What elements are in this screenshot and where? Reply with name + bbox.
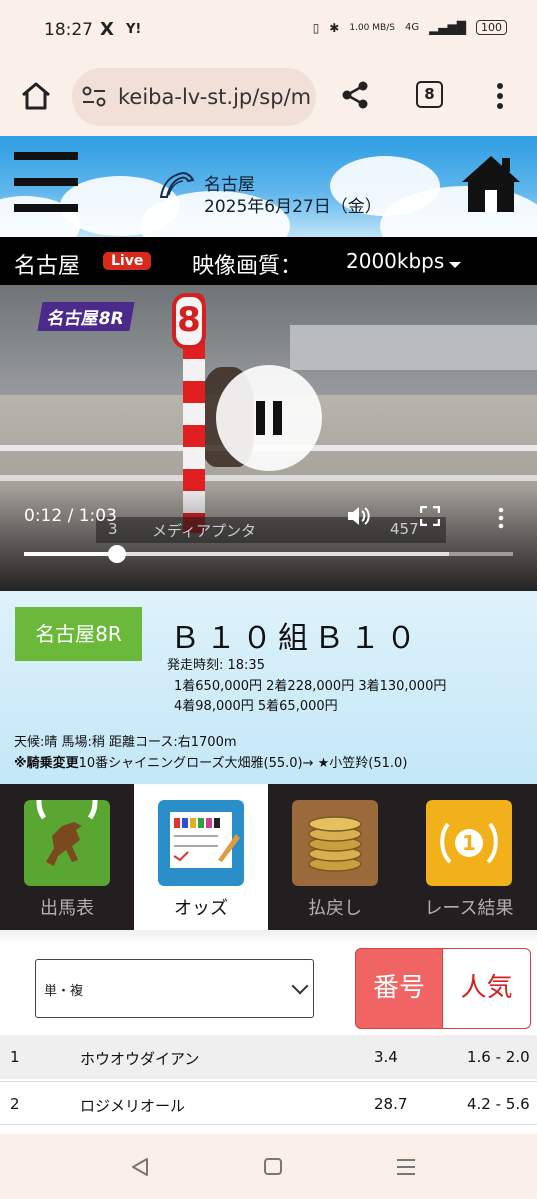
chevron-down-icon (291, 977, 309, 995)
horse-logo-icon (159, 171, 195, 198)
quality-select[interactable]: 2000kbps (346, 249, 444, 273)
share-icon[interactable] (340, 80, 370, 110)
horse-name: ロジメリオール (80, 1097, 186, 1115)
browser-home-icon[interactable] (20, 80, 52, 112)
caption-weight: 457 (390, 520, 419, 538)
quality-label: 映像画質： (192, 254, 303, 279)
race-badge: 名古屋8R (15, 607, 142, 661)
horse-number: 1 (10, 1048, 20, 1066)
pause-button[interactable] (216, 365, 322, 471)
status-bar: 18:27 X Y! ▯ ✱ 1.00 MB/S 4G ▂▄▆█ 100 (0, 0, 537, 62)
jockey-change-detail: 10番シャイニングローズ大畑雅(55.0)→ ★小笠羚(51.0) (78, 756, 408, 771)
menu-label-odds: オッズ (174, 898, 228, 919)
menu-item-payouts[interactable]: 払戻し (268, 784, 402, 930)
video-caption: 3 メディアプンタ 457 (96, 517, 446, 543)
furlong-post-sign: 8 (172, 293, 206, 349)
fullscreen-icon[interactable] (420, 506, 440, 526)
bet-type-value: 単・複 (44, 984, 84, 999)
odds-section: 単・複 番号 人気 1 ホウオウダイアン 3.4 1.6 - 2.0 2 ロジメ… (0, 930, 537, 1150)
volume-icon[interactable] (346, 504, 372, 528)
race-name: Ｂ１０組Ｂ１０ (170, 621, 422, 656)
browser-menu-icon[interactable] (494, 82, 506, 110)
odds-sheet-icon (158, 800, 244, 886)
pause-icon (256, 401, 265, 435)
site-banner: 名古屋 2025年6月27日（金） (0, 136, 537, 237)
vibrate-icon: ▯ (312, 20, 320, 35)
table-row[interactable]: 2 ロジメリオール 28.7 4.2 - 5.6 (0, 1081, 537, 1125)
stream-venue: 名古屋 (14, 254, 81, 279)
trophy-icon: 1 (426, 800, 512, 886)
hamburger-menu-icon[interactable] (0, 136, 90, 237)
live-badge: Live (103, 252, 152, 270)
chevron-down-icon[interactable] (449, 262, 461, 268)
status-indicators: ▯ ✱ 1.00 MB/S 4G ▂▄▆█ 100 (313, 20, 507, 35)
browser-toolbar: keiba-lv-st.jp/sp/m 8 (0, 62, 537, 136)
menu-item-entries[interactable]: 出馬表 (0, 784, 134, 930)
place-odds: 1.6 - 2.0 (467, 1048, 530, 1066)
svg-text:1: 1 (462, 831, 476, 855)
menu-item-odds[interactable]: オッズ (134, 784, 268, 930)
race-info-panel: 名古屋8R Ｂ１０組Ｂ１０ 発走時刻: 18:35 1着650,000円 2着2… (0, 591, 537, 784)
network-type: 4G (404, 22, 420, 33)
bet-type-select[interactable]: 単・複 (35, 959, 314, 1018)
bluetooth-icon: ✱ (329, 20, 340, 35)
place-odds: 4.2 - 5.6 (467, 1095, 530, 1113)
x-app-icon: X (100, 19, 114, 40)
video-time: 0:12 / 1:03 (24, 506, 117, 526)
horse-icon (24, 800, 110, 886)
video-player[interactable]: 8 名古屋8R 3 メディアプンタ 457 0:12 / 1:03 (0, 285, 537, 591)
recents-icon[interactable] (396, 1158, 416, 1176)
race-prize-line-1: 1着650,000円 2着228,000円 3着130,000円 (174, 679, 447, 694)
stream-control-bar: 名古屋 Live 映像画質： 2000kbps (0, 237, 537, 285)
menu-label-results: レース結果 (424, 898, 514, 919)
race-conditions: 天候:晴 馬場:稍 距離コース:右1700m (14, 735, 237, 750)
caption-horse-name: メディアプンタ (152, 522, 256, 540)
progress-knob[interactable] (107, 545, 126, 563)
jockey-change-notice: ※騎乗変更10番シャイニングローズ大畑雅(55.0)→ ★小笠羚(51.0) (14, 752, 407, 771)
network-speed: 1.00 MB/S (349, 22, 395, 33)
horse-number: 2 (10, 1095, 20, 1113)
table-row[interactable]: 1 ホウオウダイアン 3.4 1.6 - 2.0 (0, 1035, 537, 1079)
grandstand (290, 325, 537, 370)
menu-label-entries: 出馬表 (40, 898, 94, 919)
system-nav-bar (0, 1134, 537, 1199)
race-start-time: 発走時刻: 18:35 (167, 658, 265, 673)
tab-switcher-button[interactable]: 8 (416, 81, 443, 108)
horse-name: ホウオウダイアン (80, 1050, 200, 1068)
banner-date: 2025年6月27日（金） (204, 197, 382, 217)
sort-by-number-button[interactable]: 番号 (355, 948, 443, 1029)
signal-icon: ▂▄▆█ (429, 20, 466, 35)
menu-label-payouts: 払戻し (308, 898, 362, 919)
played-bar (24, 552, 117, 556)
menu-item-results[interactable]: 1 レース結果 (402, 784, 536, 930)
video-progress-bar[interactable] (24, 545, 513, 563)
site-settings-icon[interactable] (82, 86, 106, 108)
site-home-icon[interactable] (460, 152, 522, 214)
jockey-change-label: ※騎乗変更 (14, 756, 79, 771)
url-text[interactable]: keiba-lv-st.jp/sp/m (118, 85, 311, 109)
yahoo-app-icon: Y! (126, 22, 142, 37)
battery-icon: 100 (476, 20, 507, 35)
url-bar[interactable]: keiba-lv-st.jp/sp/m (72, 68, 316, 126)
win-odds: 28.7 (374, 1095, 408, 1113)
home-icon[interactable] (264, 1158, 282, 1175)
back-icon[interactable] (130, 1157, 150, 1177)
win-odds: 3.4 (374, 1048, 398, 1066)
video-race-tag: 名古屋8R (37, 302, 135, 331)
coins-icon (292, 800, 378, 886)
video-more-icon[interactable] (497, 507, 505, 529)
race-menu: 出馬表 オッズ 払戻し 1 レース結果 (0, 784, 537, 930)
race-prize-line-2: 4着98,000円 5着65,000円 (174, 699, 338, 714)
sort-by-popularity-button[interactable]: 人気 (443, 948, 531, 1029)
status-time: 18:27 (44, 20, 93, 40)
